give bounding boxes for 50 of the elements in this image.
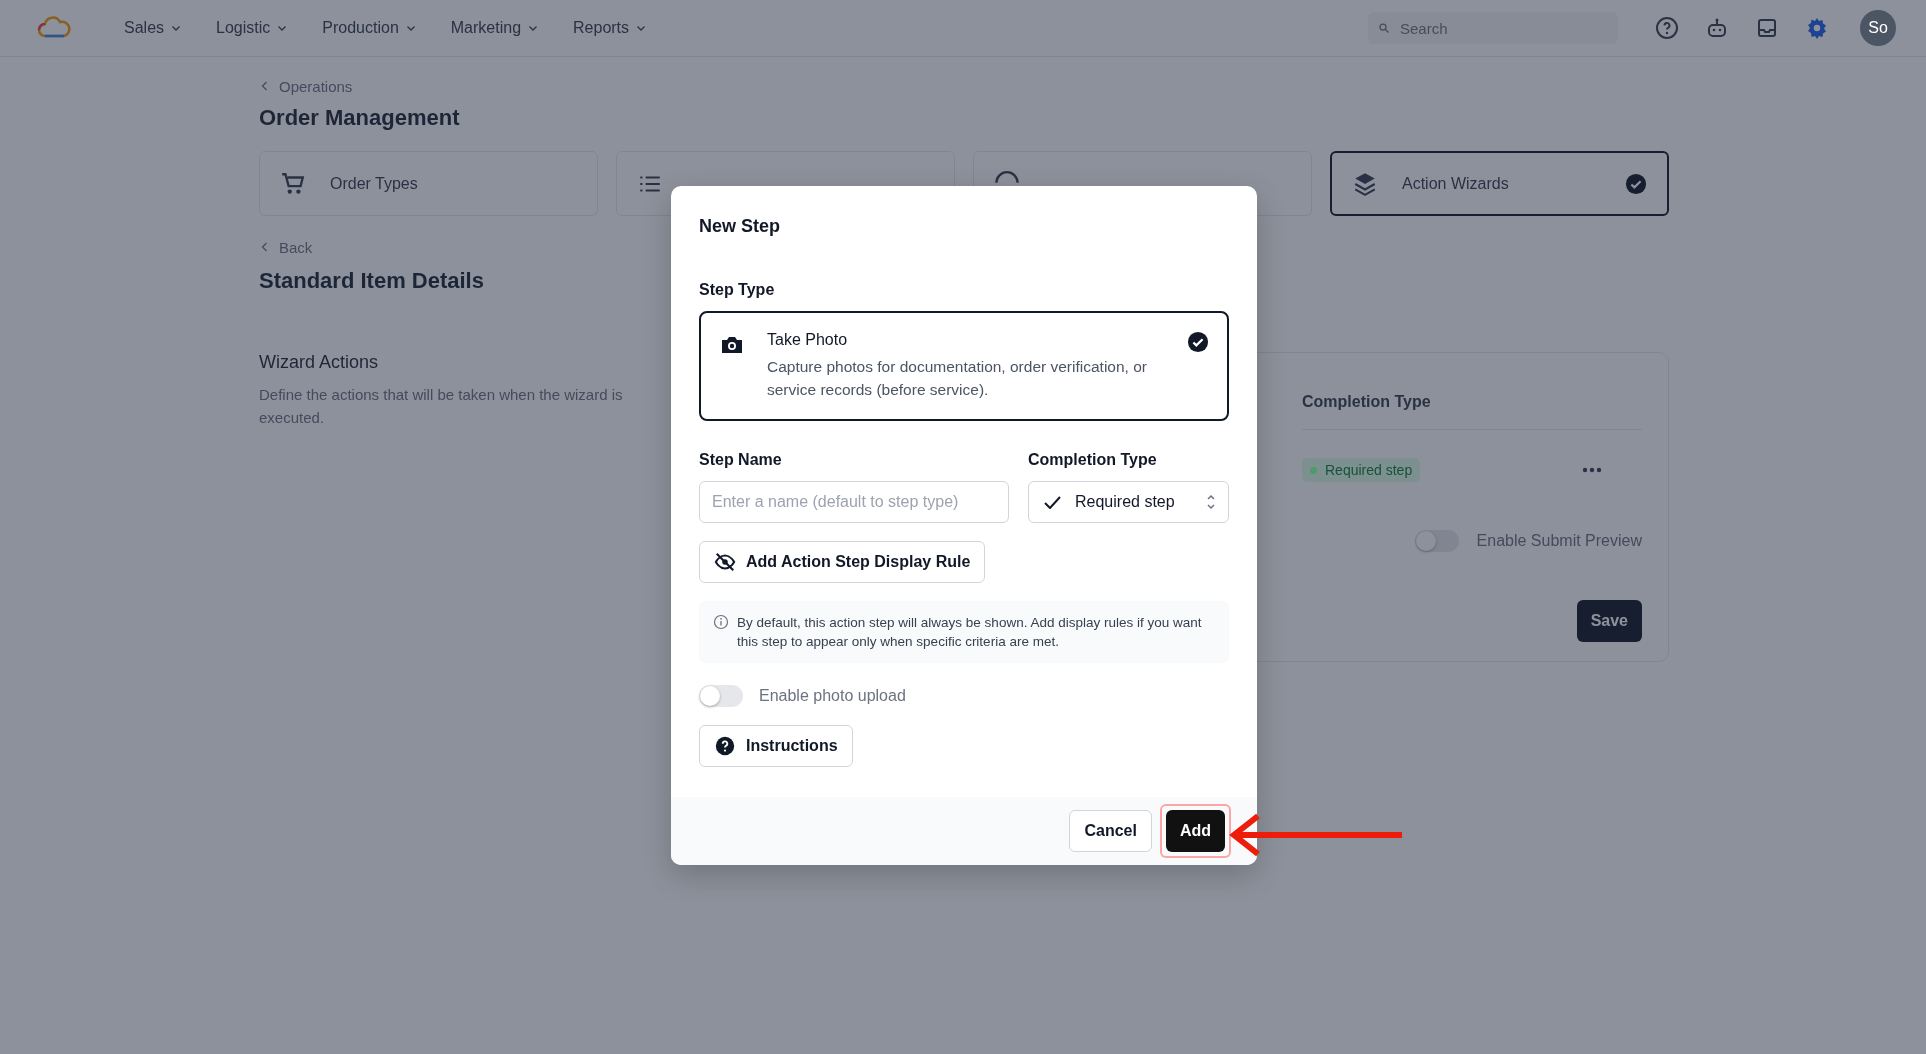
arc-icon	[994, 171, 1020, 184]
step-type-option[interactable]: Take Photo Capture photos for documentation, order verification, or service records (before service).	[699, 311, 1229, 421]
dialog-title: New Step	[699, 216, 781, 237]
check-icon	[1043, 495, 1061, 509]
toggle-switch[interactable]	[699, 685, 743, 707]
cancel-button[interactable]: Cancel	[1069, 810, 1152, 852]
input-field[interactable]: Enter a name (default to step type)	[699, 481, 1009, 523]
field-label: Step Name	[699, 451, 782, 469]
nav-menu[interactable]: Marketing	[448, 15, 542, 41]
column-header: Completion Type	[1302, 393, 1431, 411]
more-icon[interactable]	[1582, 467, 1602, 473]
section-title: Standard Item Details	[259, 268, 484, 294]
field-label: Completion Type	[1028, 451, 1157, 469]
updown-icon	[1206, 493, 1216, 511]
robot-icon[interactable]	[1705, 16, 1729, 40]
save-button[interactable]: Save	[1576, 600, 1642, 642]
help-icon[interactable]	[1655, 16, 1679, 40]
tab-card[interactable]: Order Types	[259, 151, 598, 216]
completion-select[interactable]: Required step	[1028, 481, 1229, 523]
instructions-button[interactable]: Instructions	[699, 725, 853, 767]
description: Define the actions that will be taken when the wizard is executed.	[259, 385, 624, 428]
toggle-label: Enable photo upload	[759, 687, 906, 705]
info-icon	[713, 614, 729, 630]
logo-icon[interactable]	[36, 16, 72, 40]
status-badge: Required step	[1302, 458, 1421, 482]
user-avatar[interactable]: So	[1860, 10, 1896, 46]
toggle-switch[interactable]	[1414, 530, 1459, 552]
inbox-icon[interactable]	[1755, 16, 1779, 40]
check-circle-icon	[1625, 172, 1647, 195]
nav-menu[interactable]: Production	[320, 15, 419, 41]
nav-menu[interactable]: Reports	[571, 15, 650, 41]
layers-icon	[1352, 170, 1378, 197]
check-circle-icon	[1187, 331, 1209, 353]
nav-menu[interactable]: Logistic	[214, 15, 291, 41]
info-text: By default, this action step will always be shown. Add display rules if you want this step to appear only when specific criteria are met.	[737, 614, 1203, 651]
settings-icon[interactable]	[1805, 16, 1829, 40]
question-circle-icon	[714, 735, 736, 757]
back-link[interactable]: Back	[259, 236, 313, 258]
search-field[interactable]: Search	[1368, 12, 1618, 44]
field-label: Step Type	[699, 281, 775, 299]
breadcrumb-link[interactable]: Operations	[259, 75, 353, 97]
cart-icon	[280, 170, 306, 197]
nav-menu[interactable]: Sales	[122, 15, 185, 41]
toggle-label: Enable Submit Preview	[1476, 532, 1642, 550]
eye-off-icon	[714, 551, 736, 573]
heading: Wizard Actions	[259, 352, 380, 373]
page-title: Order Management	[259, 105, 461, 131]
add-button[interactable]: Add	[1165, 810, 1225, 852]
display-rule-button[interactable]: Add Action Step Display Rule	[699, 541, 986, 583]
tab-card[interactable]: Action Wizards	[1330, 151, 1669, 216]
